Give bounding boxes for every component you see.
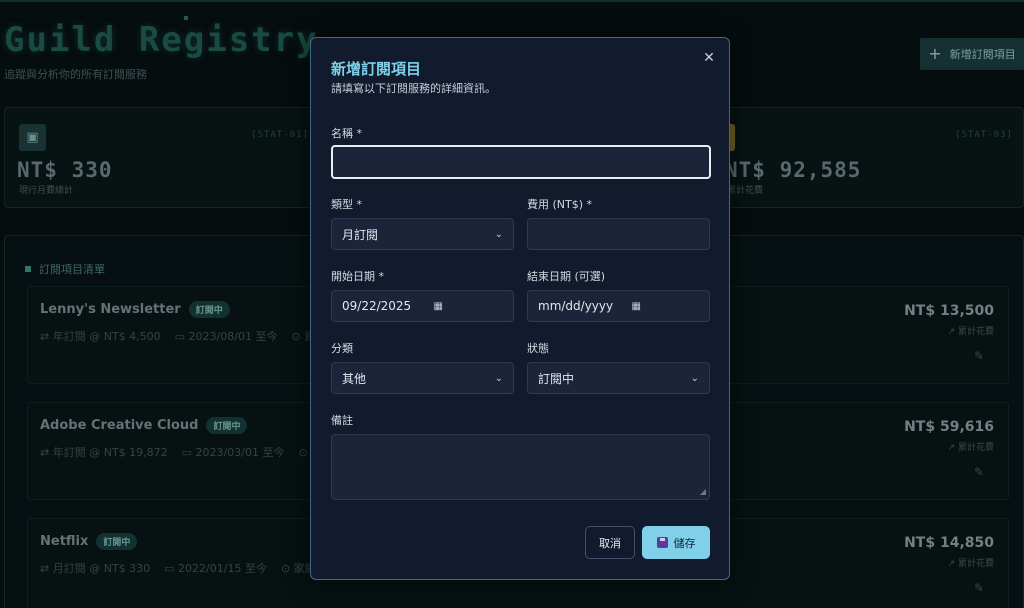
- dialog-description: 請填寫以下訂閱服務的詳細資訊。: [331, 82, 496, 95]
- start-date-value: 09/22/2025: [342, 299, 412, 313]
- name-field[interactable]: [331, 145, 711, 179]
- type-label: 類型 *: [331, 198, 362, 211]
- chevron-down-icon: ⌄: [494, 228, 503, 240]
- close-icon[interactable]: ✕: [701, 50, 717, 66]
- calendar-icon[interactable]: ▦: [632, 301, 641, 312]
- end-date-field[interactable]: mm/dd/yyyy ▦: [527, 290, 710, 322]
- notes-label: 備註: [331, 414, 353, 427]
- add-subscription-dialog: 新增訂閱項目 請填寫以下訂閱服務的詳細資訊。 ✕ 名稱 * 類型 * 月訂閱 ⌄…: [310, 37, 730, 580]
- status-label: 狀態: [527, 342, 549, 355]
- category-select[interactable]: 其他 ⌄: [331, 362, 514, 394]
- cost-label: 費用 (NT$) *: [527, 198, 593, 211]
- status-select[interactable]: 訂閱中 ⌄: [527, 362, 710, 394]
- cancel-button[interactable]: 取消: [585, 526, 635, 559]
- dialog-title: 新增訂閱項目: [331, 60, 422, 78]
- type-select-value: 月訂閱: [342, 227, 379, 242]
- notes-textarea[interactable]: ◢: [331, 434, 710, 500]
- status-select-value: 訂閱中: [538, 371, 575, 386]
- start-date-label: 開始日期 *: [331, 270, 384, 283]
- save-button-label: 儲存: [673, 536, 696, 550]
- save-button[interactable]: 儲存: [642, 526, 710, 559]
- resize-handle-icon[interactable]: ◢: [700, 487, 706, 496]
- start-date-field[interactable]: 09/22/2025 ▦: [331, 290, 514, 322]
- name-label: 名稱 *: [331, 127, 362, 140]
- cost-field[interactable]: [527, 218, 710, 250]
- chevron-down-icon: ⌄: [494, 372, 503, 384]
- end-date-value: mm/dd/yyyy: [538, 299, 614, 313]
- category-select-value: 其他: [342, 371, 367, 386]
- end-date-label: 結束日期 (可選): [527, 270, 606, 283]
- category-label: 分類: [331, 342, 353, 355]
- chevron-down-icon: ⌄: [690, 372, 699, 384]
- floppy-disk-icon: [656, 537, 668, 548]
- calendar-icon[interactable]: ▦: [434, 301, 443, 312]
- type-select[interactable]: 月訂閱 ⌄: [331, 218, 514, 250]
